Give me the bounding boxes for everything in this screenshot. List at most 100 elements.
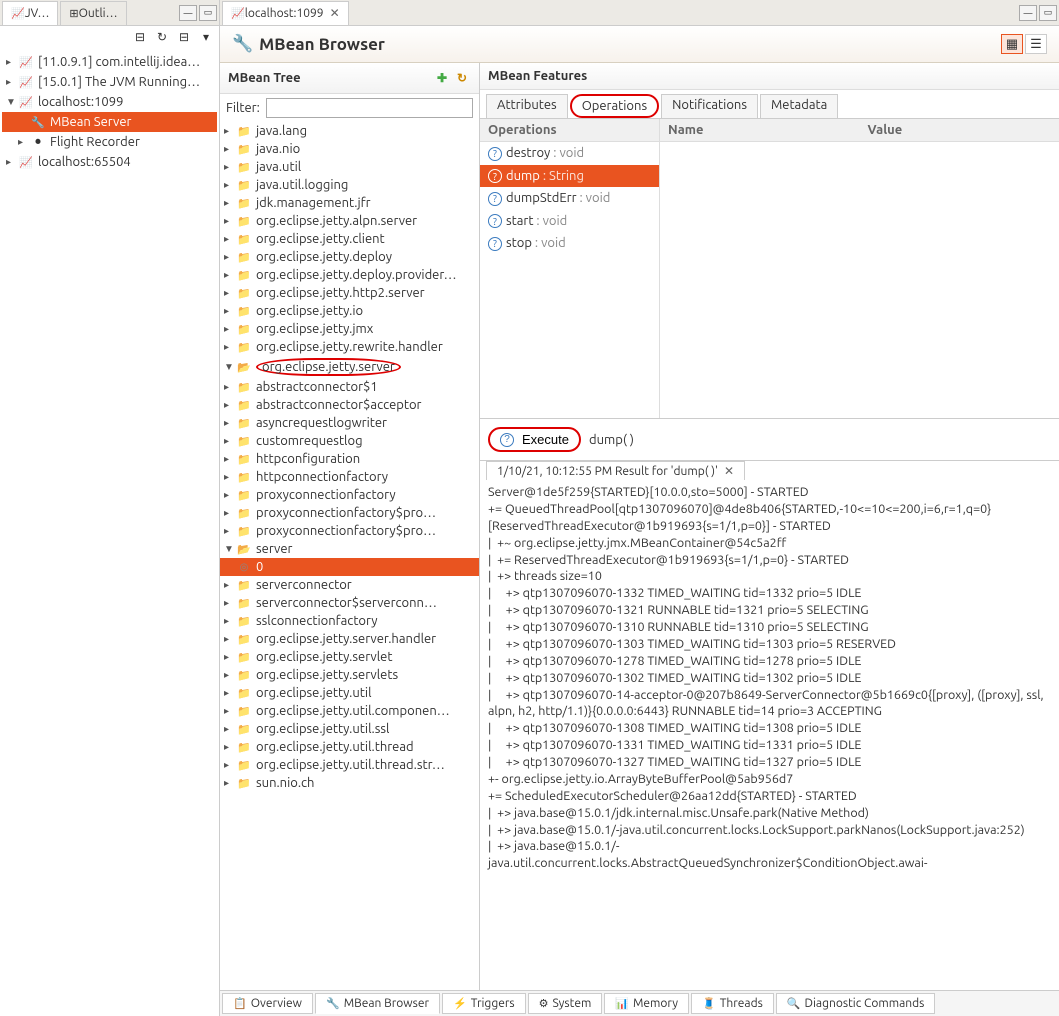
operation-item[interactable]: ?start : void	[480, 210, 659, 233]
tab-icon: 🧵	[702, 997, 716, 1010]
mbean-tree-item[interactable]: ▸proxyconnectionfactory$pro…	[220, 504, 479, 522]
page-title: 🔧MBean Browser	[232, 34, 385, 54]
folder-icon	[236, 543, 252, 556]
mbean-tree[interactable]: ▸java.lang▸java.nio▸java.util▸java.util.…	[220, 122, 479, 990]
mbean-tree-item[interactable]: ▸serverconnector	[220, 576, 479, 594]
bottom-tab-triggers[interactable]: ⚡Triggers	[442, 993, 526, 1014]
refresh-icon[interactable]: ↻	[153, 28, 171, 46]
mbean-tree-item[interactable]: ▸org.eclipse.jetty.rewrite.handler	[220, 338, 479, 356]
mbean-tree-item[interactable]: 0	[220, 558, 479, 576]
feature-tab-notifications[interactable]: Notifications	[661, 94, 758, 118]
view-grid-button[interactable]: ▦	[1001, 34, 1023, 54]
filter-input[interactable]	[266, 98, 473, 118]
mbean-tree-item[interactable]: ▸org.eclipse.jetty.deploy.provider…	[220, 266, 479, 284]
mbean-tree-item[interactable]: ▸org.eclipse.jetty.util.ssl	[220, 720, 479, 738]
mbean-tree-item[interactable]: ▸org.eclipse.jetty.util	[220, 684, 479, 702]
minimize-button-main[interactable]: —	[1019, 5, 1037, 21]
mbean-tree-item[interactable]: ▸sslconnectionfactory	[220, 612, 479, 630]
bottom-tab-threads[interactable]: 🧵Threads	[691, 993, 774, 1014]
operation-item[interactable]: ?stop : void	[480, 232, 659, 255]
left-tab-bar: 📈 JV… ⊞ Outli… — ▭	[0, 0, 219, 26]
menu-icon[interactable]: ▾	[197, 28, 215, 46]
help-icon: ?	[488, 192, 502, 206]
folder-icon	[236, 669, 252, 682]
mbean-tree-item[interactable]: ▸abstractconnector$1	[220, 378, 479, 396]
operation-item[interactable]: ?destroy : void	[480, 142, 659, 165]
bottom-tab-mbean-browser[interactable]: 🔧MBean Browser	[315, 993, 440, 1014]
mbean-tree-item[interactable]: ▼org.eclipse.jetty.server	[220, 356, 479, 378]
bottom-tab-overview[interactable]: 📋Overview	[222, 993, 313, 1014]
feature-tab-attributes[interactable]: Attributes	[486, 94, 568, 118]
help-icon: ?	[488, 237, 502, 251]
mbean-tree-item[interactable]: ▸org.eclipse.jetty.util.componen…	[220, 702, 479, 720]
browser-icon: 🔧	[232, 34, 253, 54]
mbean-tree-item[interactable]: ▸org.eclipse.jetty.server.handler	[220, 630, 479, 648]
mbean-tree-item[interactable]: ▸java.nio	[220, 140, 479, 158]
main-tab-bar: 📈 localhost:1099✕ — ▭	[220, 0, 1059, 26]
mbean-tree-item[interactable]: ▸serverconnector$serverconn…	[220, 594, 479, 612]
collapse-icon[interactable]: ⊟	[175, 28, 193, 46]
jvm-tree-item[interactable]: ▸📈localhost:65504	[2, 152, 217, 172]
bottom-tab-system[interactable]: ⚙System	[528, 993, 603, 1014]
tab-jv[interactable]: 📈 JV…	[2, 1, 58, 25]
jvm-tree-item[interactable]: ▸📈[11.0.9.1] com.intellij.idea…	[2, 52, 217, 72]
help-icon: ?	[488, 147, 502, 161]
mbean-tree-item[interactable]: ▸jdk.management.jfr	[220, 194, 479, 212]
folder-icon	[236, 453, 252, 466]
mbean-tree-item[interactable]: ▸org.eclipse.jetty.util.thread	[220, 738, 479, 756]
jvm-tree[interactable]: ▸📈[11.0.9.1] com.intellij.idea…▸📈[15.0.1…	[0, 48, 219, 1016]
restore-button-main[interactable]: ▭	[1039, 5, 1057, 21]
jvm-tree-item[interactable]: ▸📈[15.0.1] The JVM Running…	[2, 72, 217, 92]
tab-outline[interactable]: ⊞ Outli…	[60, 1, 126, 25]
bottom-tab-diagnostic-commands[interactable]: 🔍Diagnostic Commands	[776, 993, 936, 1014]
close-result-icon[interactable]: ✕	[724, 464, 734, 478]
mbean-tree-item[interactable]: ▸java.util.logging	[220, 176, 479, 194]
mbean-tree-item[interactable]: ▸java.util	[220, 158, 479, 176]
mbean-tree-item[interactable]: ▼server	[220, 540, 479, 558]
operations-list[interactable]: ?destroy : void?dump : String?dumpStdErr…	[480, 142, 659, 255]
bottom-tab-memory[interactable]: 📊Memory	[604, 993, 689, 1014]
tree-icon[interactable]: ⊟	[131, 28, 149, 46]
mbean-tree-item[interactable]: ▸org.eclipse.jetty.servlet	[220, 648, 479, 666]
view-list-button[interactable]: ☰	[1025, 34, 1047, 54]
refresh-tree-icon[interactable]: ↻	[453, 69, 471, 87]
mbean-tree-item[interactable]: ▸abstractconnector$acceptor	[220, 396, 479, 414]
mbean-tree-item[interactable]: ▸org.eclipse.jetty.jmx	[220, 320, 479, 338]
mbean-tree-item[interactable]: ▸asyncrequestlogwriter	[220, 414, 479, 432]
mbean-tree-item[interactable]: ▸sun.nio.ch	[220, 774, 479, 792]
mbean-tree-item[interactable]: ▸org.eclipse.jetty.client	[220, 230, 479, 248]
folder-icon	[236, 687, 252, 700]
jvm-icon: 📈	[18, 156, 34, 169]
mbean-tree-item[interactable]: ▸java.lang	[220, 122, 479, 140]
operation-item[interactable]: ?dumpStdErr : void	[480, 187, 659, 210]
mbean-tree-item[interactable]: ▸proxyconnectionfactory$pro…	[220, 522, 479, 540]
tab-main[interactable]: 📈 localhost:1099✕	[222, 1, 349, 25]
jvm-tree-item[interactable]: ▸⏺Flight Recorder	[2, 132, 217, 152]
add-icon[interactable]: ✚	[433, 69, 451, 87]
mbean-tree-item[interactable]: ▸org.eclipse.jetty.io	[220, 302, 479, 320]
mbean-tree-item[interactable]: ▸customrequestlog	[220, 432, 479, 450]
mbean-tree-item[interactable]: ▸org.eclipse.jetty.util.thread.str…	[220, 756, 479, 774]
params-value-header: Value	[860, 119, 1059, 141]
jvm-tree-item[interactable]: 🔧MBean Server	[2, 112, 217, 132]
jvm-tree-item[interactable]: ▼📈localhost:1099	[2, 92, 217, 112]
mbean-tree-item[interactable]: ▸proxyconnectionfactory	[220, 486, 479, 504]
feature-tab-metadata[interactable]: Metadata	[760, 94, 838, 118]
result-tab[interactable]: 1/10/21, 10:12:55 PM Result for 'dump( )…	[486, 461, 745, 480]
operation-item[interactable]: ?dump : String	[480, 165, 659, 188]
minimize-button[interactable]: —	[179, 5, 197, 21]
feature-tab-operations[interactable]: Operations	[570, 94, 659, 118]
mbean-tree-item[interactable]: ▸org.eclipse.jetty.alpn.server	[220, 212, 479, 230]
close-icon[interactable]: ✕	[330, 6, 340, 20]
tab-icon: 🔍	[787, 997, 801, 1010]
restore-button[interactable]: ▭	[199, 5, 217, 21]
mbean-tree-item[interactable]: ▸org.eclipse.jetty.http2.server	[220, 284, 479, 302]
mbean-tree-item[interactable]: ▸org.eclipse.jetty.servlets	[220, 666, 479, 684]
folder-icon	[236, 777, 252, 790]
mbean-tree-item[interactable]: ▸org.eclipse.jetty.deploy	[220, 248, 479, 266]
mbean-tree-header: MBean Tree ✚↻	[220, 63, 479, 94]
mbean-tree-item[interactable]: ▸httpconfiguration	[220, 450, 479, 468]
mbean-tree-item[interactable]: ▸httpconnectionfactory	[220, 468, 479, 486]
tab-icon: 🔧	[326, 997, 340, 1010]
execute-button[interactable]: ?Execute	[488, 427, 581, 452]
